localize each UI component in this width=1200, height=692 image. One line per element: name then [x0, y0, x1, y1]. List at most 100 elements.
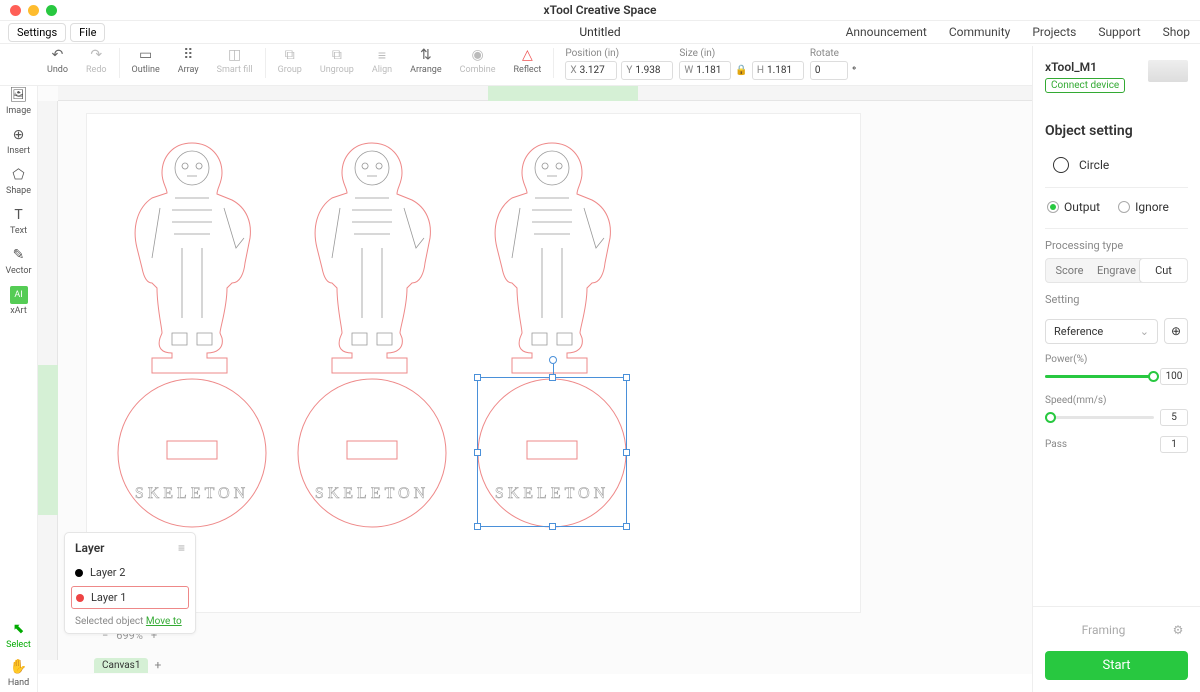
circle-icon [1053, 157, 1069, 173]
nav-projects[interactable]: Projects [1032, 25, 1076, 39]
resize-handle[interactable] [549, 374, 556, 381]
canvas-tab[interactable]: Canvas1 [94, 658, 148, 673]
seg-cut[interactable]: Cut [1139, 258, 1188, 283]
svg-text:SKELETON: SKELETON [315, 485, 429, 502]
ruler-horizontal [58, 86, 1032, 101]
speed-value[interactable]: 5 [1160, 409, 1188, 426]
layer-row[interactable]: Layer 1 [71, 586, 189, 609]
arrange-icon: ⇅ [416, 46, 436, 64]
sidebar-shape[interactable]: ⬠Shape [2, 166, 36, 196]
layer-name: Layer 1 [91, 591, 126, 604]
reference-add-button[interactable]: ⊕ [1164, 318, 1188, 344]
rotate-input[interactable]: 0 [810, 61, 848, 80]
resize-handle[interactable] [623, 374, 630, 381]
redo-icon: ↷ [86, 46, 106, 64]
undo-icon: ↶ [48, 46, 68, 64]
sidebar-vector[interactable]: ✎Vector [2, 246, 36, 276]
nav-announcement[interactable]: Announcement [846, 25, 927, 39]
document-title: Untitled [579, 25, 620, 39]
resize-handle[interactable] [474, 449, 481, 456]
redo-button[interactable]: ↷Redo [77, 46, 116, 75]
position-x-input[interactable]: X3.127 [565, 61, 617, 80]
layer-footer: Selected object Move to [65, 611, 195, 627]
layer-menu-icon[interactable]: ≡ [178, 541, 185, 555]
layer-name: Layer 2 [90, 566, 125, 579]
nav-shop[interactable]: Shop [1163, 25, 1190, 39]
object-setting-title: Object setting [1033, 99, 1200, 147]
text-icon: T [10, 206, 28, 224]
close-icon[interactable] [10, 5, 21, 16]
resize-handle[interactable] [623, 523, 630, 530]
chevron-down-icon: ⌄ [1140, 325, 1149, 338]
sidebar-hand[interactable]: ✋Hand [2, 658, 36, 688]
ungroup-button[interactable]: ⧉Ungroup [311, 46, 363, 75]
combine-button[interactable]: ◉Combine [451, 46, 505, 75]
settings-menu[interactable]: Settings [8, 23, 66, 42]
framing-settings-icon[interactable]: ⚙ [1168, 620, 1188, 640]
sidebar-text[interactable]: TText [2, 206, 36, 236]
rotate-label: Rotate [810, 48, 856, 59]
xart-icon: AI [10, 286, 28, 304]
size-w-input[interactable]: W1.181 [679, 61, 731, 80]
power-value[interactable]: 100 [1160, 368, 1188, 385]
menu-bar: Settings File Untitled Announcement Comm… [0, 21, 1200, 44]
file-menu[interactable]: File [70, 23, 105, 42]
outline-button[interactable]: ▭Outline [123, 46, 169, 75]
resize-handle[interactable] [474, 523, 481, 530]
shape-indicator: Circle [1045, 147, 1188, 188]
layer-color-icon [75, 569, 83, 577]
window-controls[interactable] [10, 5, 57, 16]
ruler-vertical [38, 101, 58, 660]
vector-icon: ✎ [10, 246, 28, 264]
position-y-input[interactable]: Y1.938 [621, 61, 673, 80]
right-panel: xTool_M1 Connect device Object setting C… [1032, 46, 1200, 692]
resize-handle[interactable] [623, 449, 630, 456]
connect-device-button[interactable]: Connect device [1045, 78, 1125, 93]
ignore-radio[interactable]: Ignore [1118, 200, 1169, 214]
pass-value[interactable]: 1 [1160, 436, 1188, 453]
hand-icon: ✋ [10, 658, 28, 676]
sidebar-select[interactable]: ⬉Select [2, 620, 36, 650]
seg-engrave[interactable]: Engrave [1093, 259, 1140, 282]
power-slider[interactable] [1045, 375, 1154, 378]
layer-panel: Layer ≡ Layer 2 Layer 1 Selected object … [64, 532, 196, 634]
align-button[interactable]: ≡Align [363, 46, 401, 75]
arrange-button[interactable]: ⇅Arrange [401, 46, 451, 75]
group-button[interactable]: ⧉Group [269, 46, 311, 75]
nav-support[interactable]: Support [1098, 25, 1140, 39]
move-to-link[interactable]: Move to [146, 616, 182, 627]
resize-handle[interactable] [474, 374, 481, 381]
toolbar: ↶Undo ↷Redo ▭Outline ⠿Array ◫Smart fill … [0, 44, 1200, 86]
outline-icon: ▭ [136, 46, 156, 64]
processing-type-segment[interactable]: Score Engrave Cut [1045, 258, 1188, 283]
minimize-icon[interactable] [28, 5, 39, 16]
array-button[interactable]: ⠿Array [169, 46, 208, 75]
framing-button[interactable]: Framing [1045, 617, 1162, 643]
lock-aspect-icon[interactable]: 🔒 [735, 65, 747, 76]
nav-community[interactable]: Community [949, 25, 1010, 39]
select-icon: ⬉ [10, 620, 28, 638]
seg-score[interactable]: Score [1046, 259, 1093, 282]
output-radio[interactable]: Output [1047, 200, 1100, 214]
sidebar-image[interactable]: 🖼Image [2, 86, 36, 116]
reflect-button[interactable]: △Reflect [505, 46, 551, 75]
start-button[interactable]: Start [1045, 651, 1188, 680]
size-h-input[interactable]: H1.181 [752, 61, 804, 80]
selection-bounds[interactable] [477, 377, 627, 527]
canvas-object-2[interactable]: SKELETON [292, 138, 452, 528]
sidebar-xart[interactable]: AIxArt [2, 286, 36, 316]
add-canvas-button[interactable]: + [154, 658, 161, 672]
canvas-object-1[interactable]: SKELETON [112, 138, 272, 528]
speed-slider[interactable] [1045, 416, 1154, 419]
resize-handle[interactable] [549, 523, 556, 530]
layer-row[interactable]: Layer 2 [65, 561, 195, 584]
rotation-handle[interactable] [549, 356, 557, 364]
maximize-icon[interactable] [46, 5, 57, 16]
undo-button[interactable]: ↶Undo [38, 46, 77, 75]
sidebar-insert[interactable]: ⊕Insert [2, 126, 36, 156]
combine-icon: ◉ [468, 46, 488, 64]
processing-type-label: Processing type [1045, 229, 1188, 258]
smart-fill-button[interactable]: ◫Smart fill [208, 46, 262, 75]
artboard[interactable]: SKELETON SKELETON SKELETON [86, 113, 861, 613]
reference-select[interactable]: Reference⌄ [1045, 319, 1158, 344]
